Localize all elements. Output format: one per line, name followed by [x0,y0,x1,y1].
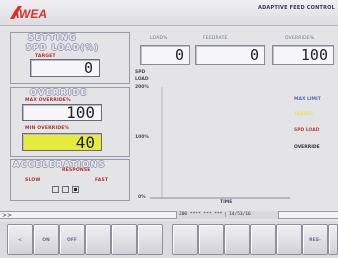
softkey-4[interactable] [85,224,111,255]
legend-target: TARGET [294,112,314,117]
y-tick-100: 100% [135,135,149,140]
load-chart [150,87,290,199]
acceleration-title: ACCELERATIONS [13,160,106,169]
selected-marker [74,188,77,191]
softkey-on[interactable]: ON [33,224,59,255]
response-option-2[interactable] [62,186,69,193]
legend-max-limit: MAX LIMIT [294,97,321,102]
softkey-next[interactable] [328,224,338,255]
time-readout: 200 **** *** *** 14/53/16 [176,211,279,219]
override-title: OVERRIDE [30,88,88,97]
chart-axis-title-2: LOAD [135,77,149,82]
response-label: RESPONSE [62,168,91,173]
y-tick-0: 0% [138,195,146,200]
awea-logo: AWEA [10,6,47,21]
legend-override: OVERRIDE [294,145,320,150]
min-override-label: MIN OVERRIDE% [25,126,70,131]
softkey-8[interactable] [198,224,224,255]
time-right: 14/53/16 [225,212,251,217]
header-bar: AWEA ADAPTIVE FEED CONTROL [0,0,338,26]
command-line[interactable]: >> [0,211,338,219]
softkey-10[interactable] [250,224,276,255]
fast-label: FAST [95,178,109,183]
softkey-5[interactable] [111,224,137,255]
softkey-off[interactable]: OFF [59,224,85,255]
min-override-input[interactable]: 40 [22,133,102,151]
response-option-3[interactable] [72,186,79,193]
max-override-label: MAX OVERRIDE% [25,98,71,103]
time-left: 200 [179,212,188,217]
x-axis-label: TIME [220,200,233,205]
y-tick-200: 200% [135,85,149,90]
chart-axis-title-1: SPD [135,70,146,75]
slow-label: SLOW [25,178,41,183]
legend-spd-load: SPD LOAD [294,128,320,133]
load-label: LOAD% [150,36,168,41]
override-pct-label: OVERRIDE% [285,36,315,41]
override-pct-readout: 100 [272,45,334,65]
softkey-6[interactable] [137,224,163,255]
logo-text: AWEA [10,7,47,21]
softkey-7[interactable] [172,224,198,255]
command-prompt: >> [2,212,13,219]
feedrate-label: FEEDRATE [203,36,228,41]
softkey-prev[interactable]: < [7,224,33,255]
setting-title: SETTING [28,33,78,42]
max-override-input[interactable]: 100 [22,104,102,121]
softkey-res[interactable]: RES- [302,224,328,255]
softkey-9[interactable] [224,224,250,255]
app-title: ADAPTIVE FEED CONTROL [258,5,335,11]
spd-load-title: SPD LOAD(%) [26,43,100,52]
response-option-1[interactable] [52,186,59,193]
feedrate-readout: 0 [195,45,265,65]
softkey-11[interactable] [276,224,302,255]
target-input[interactable]: 0 [30,59,100,77]
time-mid: **** *** *** [189,212,223,217]
load-readout: 0 [140,45,190,65]
